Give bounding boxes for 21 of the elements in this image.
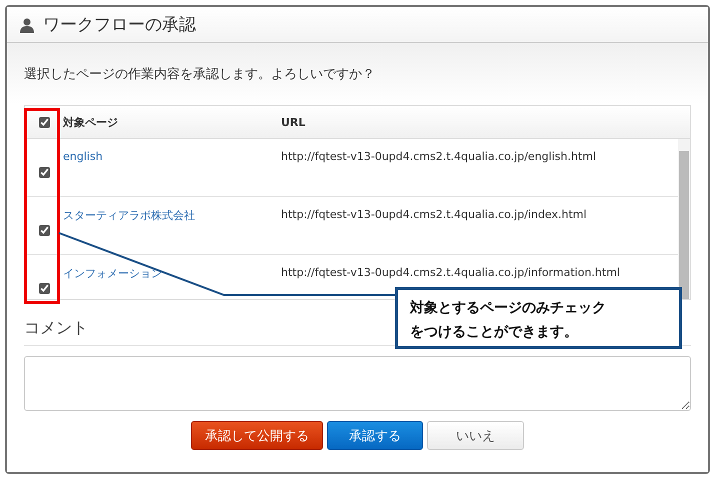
page-link[interactable]: インフォメーション: [63, 266, 281, 281]
url-cell: http://fqtest-v13-0upd4.cms2.t.4qualia.co.jp/information.html: [281, 266, 620, 279]
user-icon: [19, 16, 35, 32]
scrollbar[interactable]: [678, 139, 690, 299]
column-header: URL: [281, 116, 306, 128]
dialog-title: ワークフローの承認: [43, 14, 196, 36]
approve-publish-button[interactable]: 承認して公開する: [191, 421, 323, 450]
page-link[interactable]: スターティアラボ株式会社: [63, 208, 281, 223]
column-header: 対象ページ: [63, 114, 119, 130]
no-button[interactable]: いいえ: [427, 421, 524, 450]
row-checkbox[interactable]: [38, 283, 50, 294]
comment-field[interactable]: [24, 356, 691, 411]
url-cell: http://fqtest-v13-0upd4.cms2.t.4qualia.co.jp/index.html: [281, 208, 587, 221]
confirm-message: 選択したページの作業内容を承認します。よろしいですか？: [24, 66, 376, 83]
row-checkbox[interactable]: [38, 167, 50, 178]
approve-button[interactable]: 承認する: [327, 421, 423, 450]
callout-note: 対象とするページのみチェック をつけることができます。: [395, 287, 682, 349]
page-link[interactable]: english: [63, 150, 281, 163]
select-all-checkbox[interactable]: [38, 116, 50, 128]
url-cell: http://fqtest-v13-0upd4.cms2.t.4qualia.co.jp/english.html: [281, 150, 596, 163]
row-checkbox[interactable]: [38, 225, 50, 236]
